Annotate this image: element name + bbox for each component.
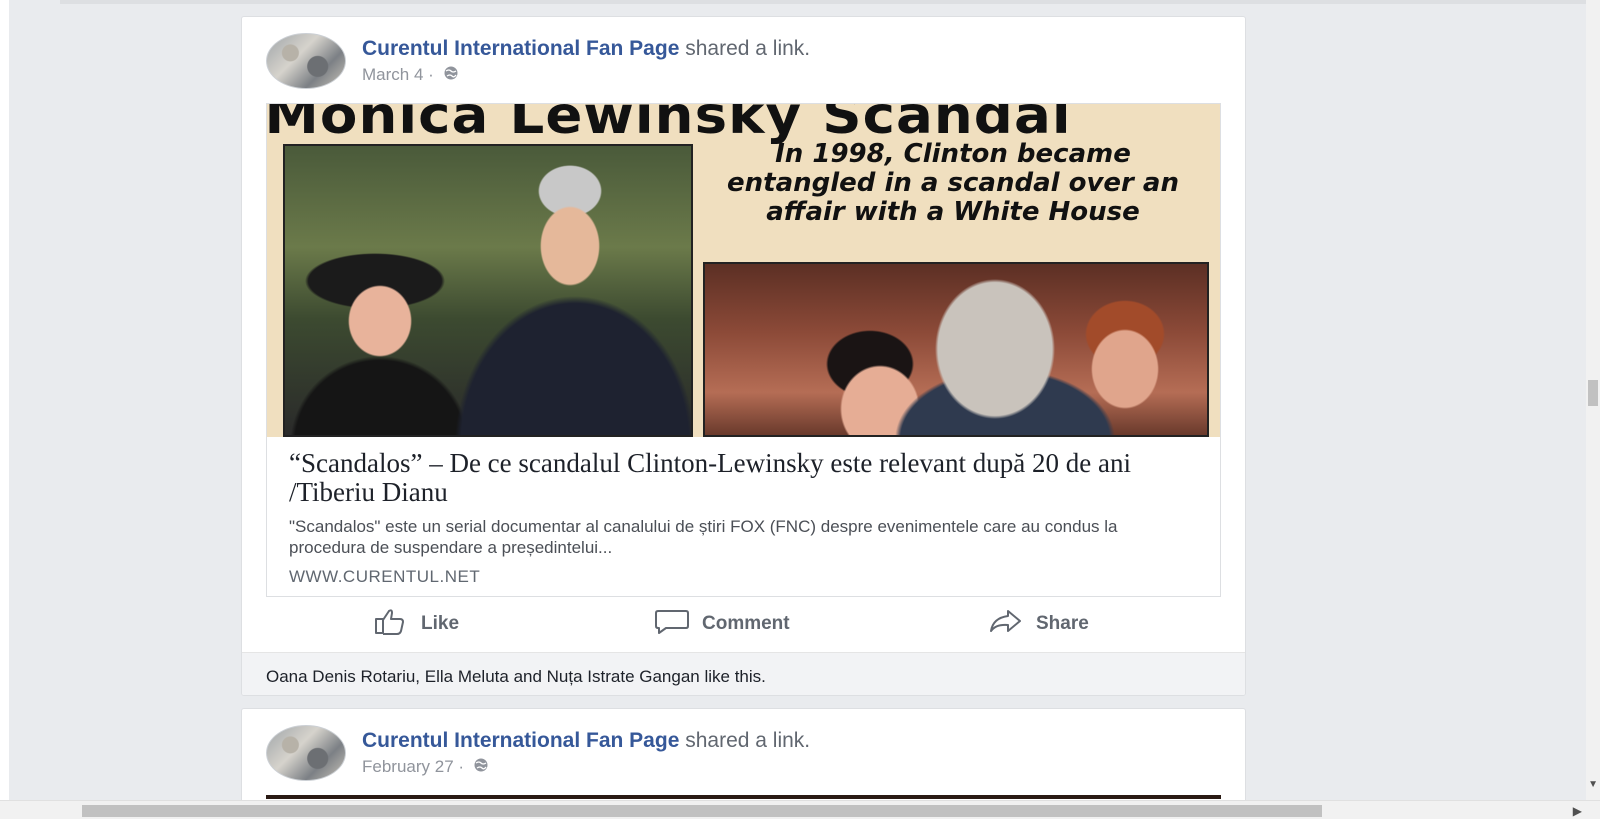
post-action-text: shared a link. xyxy=(685,37,811,60)
meta-separator: · xyxy=(428,65,434,84)
like-button[interactable]: Like xyxy=(373,607,459,641)
post-actions: Like Comment Share xyxy=(266,597,1221,651)
link-preview-card[interactable]: Monica Lewinsky Scandal In 1998, Clinton… xyxy=(266,103,1221,597)
page-avatar[interactable] xyxy=(266,725,346,781)
post-date[interactable]: February 27 xyxy=(362,757,454,776)
vertical-scrollbar[interactable]: ▼ xyxy=(1586,0,1600,800)
post-header: Curentul International Fan Page shared a… xyxy=(266,33,1221,93)
post-header: Curentul International Fan Page shared a… xyxy=(266,725,1221,785)
author-link[interactable]: Curentul International Fan Page xyxy=(362,37,679,60)
likes-summary-bar: Oana Denis Rotariu, Ella Meluta and Nuța… xyxy=(242,652,1245,695)
share-label: Share xyxy=(1036,613,1089,634)
comment-label: Comment xyxy=(702,613,790,634)
share-button[interactable]: Share xyxy=(988,607,1089,641)
scroll-right-arrow-icon[interactable]: ▶ xyxy=(1573,804,1582,818)
image-caption-text: In 1998, Clinton became entangled in a s… xyxy=(727,139,1179,227)
link-headline[interactable]: “Scandalos” – De ce scandalul Clinton-Le… xyxy=(289,449,1189,507)
post-meta: February 27 · xyxy=(362,757,489,778)
share-arrow-icon xyxy=(988,607,1024,641)
page-avatar[interactable] xyxy=(266,33,346,89)
link-domain: WWW.CURENTUL.NET xyxy=(289,567,481,586)
comment-button[interactable]: Comment xyxy=(654,607,790,641)
meta-separator: · xyxy=(458,757,465,776)
globe-icon[interactable] xyxy=(473,757,489,778)
left-edge xyxy=(0,0,9,800)
link-preview-image[interactable] xyxy=(266,795,1221,799)
post-action-text: shared a link. xyxy=(685,729,811,752)
post-author-line: Curentul International Fan Page shared a… xyxy=(362,37,810,61)
photo-clinton-lewinsky xyxy=(283,144,693,437)
like-label: Like xyxy=(421,613,460,634)
post-date[interactable]: March 4 xyxy=(362,65,423,84)
scroll-down-arrow-icon[interactable]: ▼ xyxy=(1588,780,1598,790)
horizontal-scrollbar[interactable]: ▶ xyxy=(0,800,1600,819)
globe-icon[interactable] xyxy=(443,65,459,86)
photo-crowd xyxy=(703,262,1209,437)
feed-post: Curentul International Fan Page shared a… xyxy=(241,16,1246,696)
thumbs-up-icon xyxy=(373,607,409,641)
likes-summary[interactable]: Oana Denis Rotariu, Ella Meluta and Nuța… xyxy=(266,667,766,687)
post-meta: March 4 · xyxy=(362,65,459,86)
horizontal-scroll-thumb[interactable] xyxy=(82,805,1322,817)
post-author-line: Curentul International Fan Page shared a… xyxy=(362,729,810,753)
author-link[interactable]: Curentul International Fan Page xyxy=(362,729,679,752)
previous-post-edge xyxy=(60,0,1600,4)
vertical-scroll-thumb[interactable] xyxy=(1588,380,1598,406)
speech-bubble-icon xyxy=(654,607,690,641)
link-description: "Scandalos" este un serial documentar al… xyxy=(289,517,1118,557)
link-preview-image[interactable]: Monica Lewinsky Scandal In 1998, Clinton… xyxy=(267,104,1220,437)
